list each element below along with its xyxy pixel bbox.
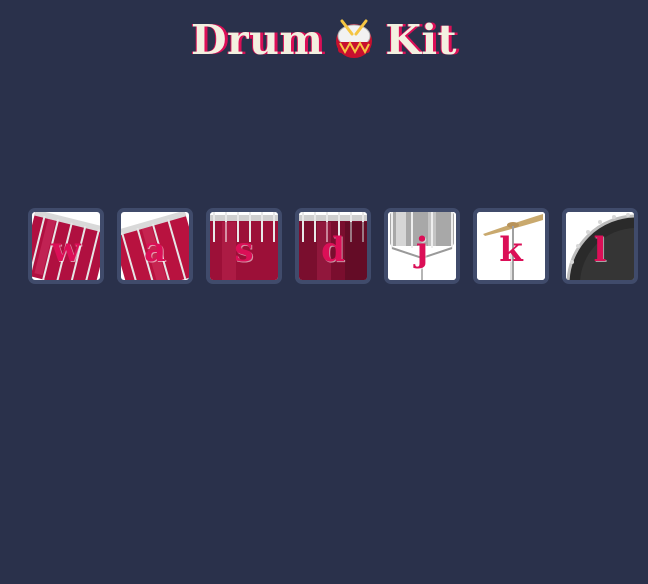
drum-key-k[interactable]: k [473, 208, 549, 284]
page-title: Drum Kit [0, 16, 648, 64]
drum-set: w a s d j k l [28, 208, 638, 284]
drum-key-label: a [143, 230, 167, 270]
drum-key-s[interactable]: s [206, 208, 282, 284]
title-left: Drum [190, 16, 324, 64]
drum-key-label: k [499, 230, 523, 270]
drum-key-label: j [415, 230, 429, 270]
title-right: Kit [385, 16, 457, 64]
drum-emoji-icon [331, 16, 377, 62]
drum-key-a[interactable]: a [117, 208, 193, 284]
drum-key-w[interactable]: w [28, 208, 104, 284]
drum-key-l[interactable]: l [562, 208, 638, 284]
drum-key-j[interactable]: j [384, 208, 460, 284]
drum-key-label: w [51, 230, 81, 270]
drum-key-label: l [593, 230, 607, 270]
drum-key-d[interactable]: d [295, 208, 371, 284]
drum-key-label: d [321, 230, 345, 270]
drum-key-label: s [234, 230, 254, 270]
